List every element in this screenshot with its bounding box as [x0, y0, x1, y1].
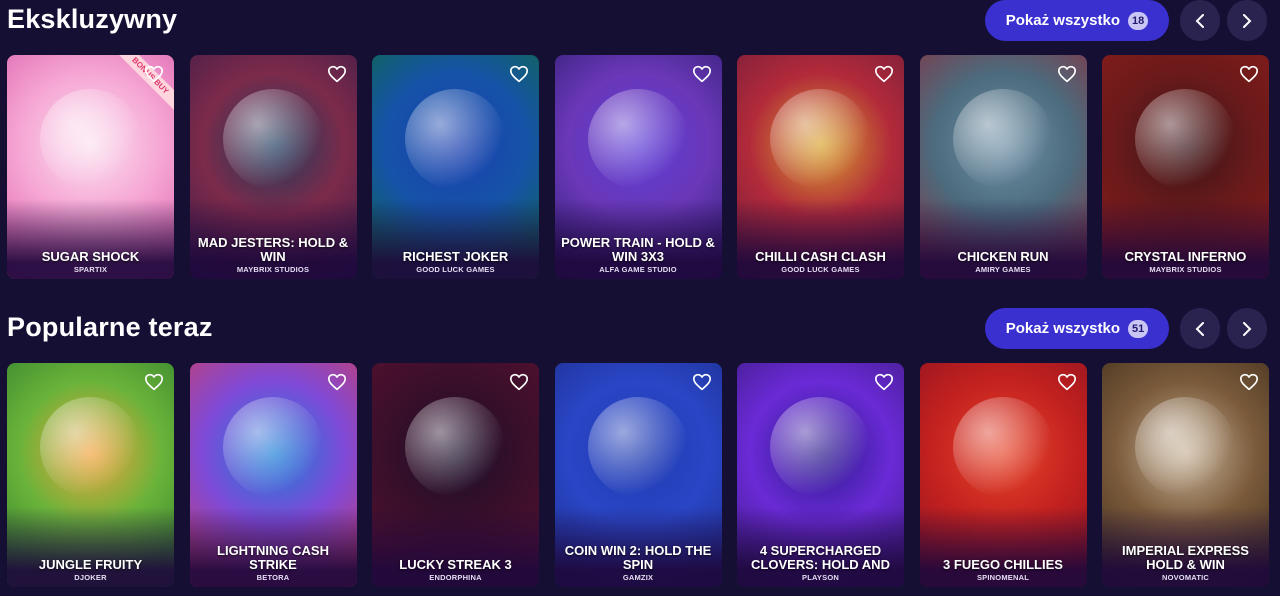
favorite-heart-icon[interactable] — [509, 373, 529, 391]
game-provider: ENDORPHINA — [429, 573, 482, 582]
game-card[interactable]: COIN WIN 2: HOLD THE SPIN GAMZIX — [554, 363, 722, 587]
favorite-heart-icon[interactable] — [1239, 373, 1259, 391]
game-card[interactable]: CRYSTAL INFERNO MAYBRIX STUDIOS — [1102, 55, 1269, 279]
section-title: Ekskluzywny — [7, 4, 178, 34]
chevron-right-icon — [1243, 321, 1252, 336]
game-art-emblem — [40, 397, 140, 497]
game-provider: GOOD LUCK GAMES — [416, 265, 495, 274]
game-art-emblem — [1135, 397, 1235, 497]
game-provider: MAYBRIX STUDIOS — [236, 265, 310, 274]
game-provider: GOOD LUCK GAMES — [781, 265, 860, 274]
game-provider: SPINOMENAL — [976, 573, 1029, 582]
game-art-emblem — [952, 397, 1053, 497]
game-art-emblem — [405, 397, 505, 497]
chevron-right-icon — [1243, 13, 1252, 28]
game-provider: DJOKER — [74, 573, 107, 582]
game-card[interactable]: POWER TRAIN - HOLD & WIN 3X3 ALFA GAME ST… — [554, 55, 722, 279]
show-all-button[interactable]: Pokaż wszystko 51 — [985, 308, 1169, 349]
game-card[interactable]: IMPERIAL EXPRESS HOLD & WIN NOVOMATIC — [1102, 363, 1269, 587]
game-title: CRYSTAL INFERNO — [1124, 249, 1247, 264]
game-title: CHICKEN RUN — [957, 249, 1049, 264]
game-provider: BETORA — [256, 573, 290, 582]
section-header-popular: Popularne teraz Pokaż wszystko 51 — [0, 308, 1280, 352]
game-title: CHILLI CASH CLASH — [755, 249, 886, 264]
favorite-heart-icon[interactable] — [1057, 373, 1077, 391]
game-title: 4 SUPERCHARGED CLOVERS: HOLD AND — [751, 543, 890, 572]
game-title: LUCKY STREAK 3 — [399, 557, 512, 572]
carousel-prev-button[interactable] — [1180, 0, 1220, 41]
games-row-popular: JUNGLE FRUITY DJOKER LIGHTNING CASH STRIKE… — [7, 363, 1273, 587]
game-provider: NOVOMATIC — [1161, 573, 1210, 582]
favorite-heart-icon[interactable] — [1057, 65, 1077, 83]
games-row-exclusive: BONUS BUY SUGAR SHOCK SPARTIX MAD JESTERS: … — [7, 55, 1273, 279]
favorite-heart-icon[interactable] — [144, 65, 164, 83]
game-art-emblem — [40, 89, 140, 189]
show-all-button[interactable]: Pokaż wszystko 18 — [985, 0, 1169, 41]
chevron-left-icon — [1195, 13, 1204, 28]
game-art-emblem — [222, 397, 323, 497]
game-art-emblem — [1135, 89, 1235, 189]
game-art-emblem — [770, 89, 870, 189]
favorite-heart-icon[interactable] — [327, 373, 347, 391]
game-art-emblem — [587, 89, 688, 189]
game-title: 3 FUEGO CHILLIES — [943, 557, 1063, 572]
favorite-heart-icon[interactable] — [874, 373, 894, 391]
count-badge: 51 — [1127, 319, 1149, 338]
game-card[interactable]: RICHEST JOKER GOOD LUCK GAMES — [372, 55, 539, 279]
game-provider: PLAYSON — [802, 573, 839, 582]
game-art-emblem — [587, 397, 688, 497]
game-provider: ALFA GAME STUDIO — [599, 265, 677, 274]
game-title: POWER TRAIN - HOLD & WIN 3X3 — [561, 235, 715, 264]
game-title: JUNGLE FRUITY — [38, 557, 143, 572]
game-title: IMPERIAL EXPRESS HOLD & WIN — [1122, 543, 1249, 572]
game-title: MAD JESTERS: HOLD & WIN — [197, 235, 349, 264]
game-title: SUGAR SHOCK — [41, 249, 140, 264]
game-title: RICHEST JOKER — [402, 249, 509, 264]
game-art-emblem — [952, 89, 1053, 189]
favorite-heart-icon[interactable] — [874, 65, 894, 83]
game-provider: MAYBRIX STUDIOS — [1149, 265, 1222, 274]
game-card[interactable]: MAD JESTERS: HOLD & WIN MAYBRIX STUDIOS — [189, 55, 357, 279]
carousel-prev-button[interactable] — [1180, 308, 1220, 349]
game-provider: AMIRY GAMES — [975, 265, 1031, 274]
section-header-exclusive: Ekskluzywny Pokaż wszystko 18 — [0, 0, 1280, 44]
favorite-heart-icon[interactable] — [144, 373, 164, 391]
count-badge: 18 — [1127, 11, 1149, 30]
game-provider: SPARTIX — [73, 265, 108, 274]
carousel-next-button[interactable] — [1227, 0, 1267, 41]
game-card[interactable]: 3 FUEGO CHILLIES SPINOMENAL — [919, 363, 1087, 587]
game-card[interactable]: JUNGLE FRUITY DJOKER — [7, 363, 174, 587]
favorite-heart-icon[interactable] — [692, 373, 712, 391]
game-provider: GAMZIX — [622, 573, 654, 582]
carousel-next-button[interactable] — [1227, 308, 1267, 349]
section-title: Popularne teraz — [7, 312, 213, 342]
game-card[interactable]: 4 SUPERCHARGED CLOVERS: HOLD AND PLAYSON — [737, 363, 904, 587]
game-card[interactable]: LIGHTNING CASH STRIKE BETORA — [189, 363, 357, 587]
game-card[interactable]: BONUS BUY SUGAR SHOCK SPARTIX — [7, 55, 174, 279]
favorite-heart-icon[interactable] — [692, 65, 712, 83]
game-title: COIN WIN 2: HOLD THE SPIN — [564, 543, 712, 572]
game-card[interactable]: LUCKY STREAK 3 ENDORPHINA — [372, 363, 539, 587]
game-art-emblem — [770, 397, 870, 497]
chevron-left-icon — [1195, 321, 1204, 336]
favorite-heart-icon[interactable] — [1239, 65, 1259, 83]
game-art-emblem — [405, 89, 505, 189]
favorite-heart-icon[interactable] — [327, 65, 347, 83]
game-title: LIGHTNING CASH STRIKE — [217, 543, 329, 572]
game-card[interactable]: CHICKEN RUN AMIRY GAMES — [919, 55, 1087, 279]
show-all-label: Pokaż wszystko — [1005, 12, 1120, 29]
show-all-label: Pokaż wszystko — [1005, 320, 1120, 337]
favorite-heart-icon[interactable] — [509, 65, 529, 83]
game-card[interactable]: CHILLI CASH CLASH GOOD LUCK GAMES — [737, 55, 904, 279]
game-art-emblem — [222, 89, 323, 189]
